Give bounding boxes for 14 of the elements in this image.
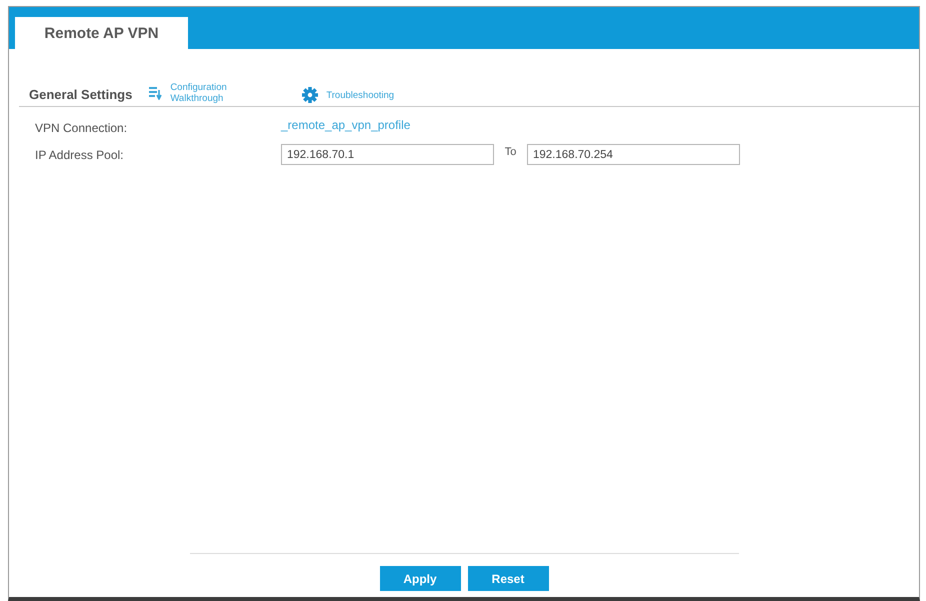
troubleshooting-link[interactable]: Troubleshooting [302, 87, 394, 103]
list-arrow-icon [148, 86, 162, 100]
walkthrough-link[interactable]: Configuration Walkthrough [148, 82, 246, 104]
reset-button[interactable]: Reset [468, 566, 548, 591]
input-field[interactable]: 192.168.70.254 [527, 144, 740, 165]
tab[interactable]: Remote AP VPN [15, 17, 188, 49]
gear-icon [302, 87, 318, 103]
profile-link[interactable]: _remote_ap_vpn_profile [281, 118, 410, 132]
section-title: General Settings [29, 87, 132, 102]
field-label: VPN Connection: [35, 120, 128, 134]
range-separator: To [504, 146, 518, 158]
field-label: IP Address Pool: [35, 148, 124, 162]
apply-button[interactable]: Apply [380, 566, 460, 591]
input-field[interactable]: 192.168.70.1 [281, 144, 494, 165]
